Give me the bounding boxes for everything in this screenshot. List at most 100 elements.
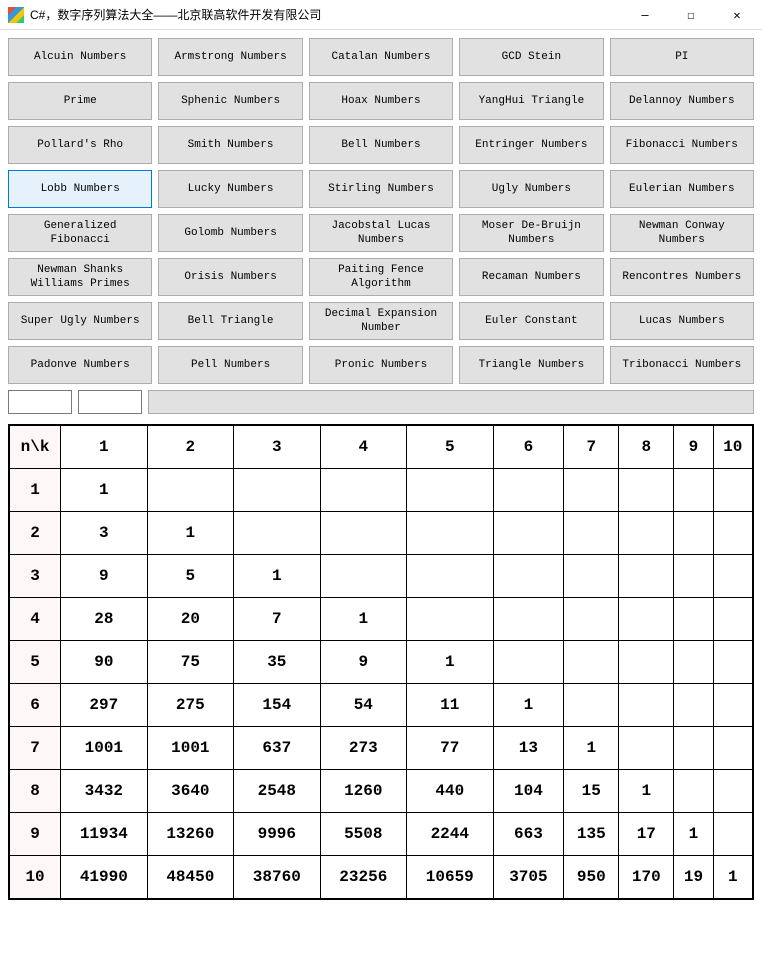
- algorithm-button[interactable]: Bell Triangle: [158, 302, 302, 340]
- algorithm-button[interactable]: Fibonacci Numbers: [610, 126, 754, 164]
- table-cell: 75: [147, 641, 233, 684]
- table-cell: 135: [564, 813, 619, 856]
- table-row-header: 10: [10, 856, 61, 899]
- algorithm-button[interactable]: Alcuin Numbers: [8, 38, 152, 76]
- table-cell: [493, 512, 564, 555]
- algorithm-button[interactable]: Catalan Numbers: [309, 38, 453, 76]
- table-cell: [674, 512, 713, 555]
- table-cell: 637: [234, 727, 320, 770]
- table-cell: [713, 813, 752, 856]
- table-cell: 1: [674, 813, 713, 856]
- algorithm-button[interactable]: Eulerian Numbers: [610, 170, 754, 208]
- algorithm-button[interactable]: Paiting Fence Algorithm: [309, 258, 453, 296]
- table-cell: [407, 598, 493, 641]
- algorithm-button[interactable]: Generalized Fibonacci: [8, 214, 152, 252]
- table-cell: [619, 598, 674, 641]
- table-row: 4282071: [10, 598, 753, 641]
- table-col-header: 5: [407, 426, 493, 469]
- algorithm-button[interactable]: Tribonacci Numbers: [610, 346, 754, 384]
- table-cell: 275: [147, 684, 233, 727]
- algorithm-button[interactable]: Smith Numbers: [158, 126, 302, 164]
- window-controls: — ☐ ✕: [622, 0, 760, 30]
- algorithm-button[interactable]: Orisis Numbers: [158, 258, 302, 296]
- table-cell: 23256: [320, 856, 406, 899]
- algorithm-button[interactable]: Moser De-Bruijn Numbers: [459, 214, 603, 252]
- table-cell: 48450: [147, 856, 233, 899]
- table-cell: 19: [674, 856, 713, 899]
- algorithm-button[interactable]: Padonve Numbers: [8, 346, 152, 384]
- table-cell: 5508: [320, 813, 406, 856]
- algorithm-button[interactable]: Decimal Expansion Number: [309, 302, 453, 340]
- table-cell: [493, 598, 564, 641]
- table-cell: 17: [619, 813, 674, 856]
- table-cell: [619, 555, 674, 598]
- algorithm-button[interactable]: Lobb Numbers: [8, 170, 152, 208]
- algorithm-button[interactable]: Pell Numbers: [158, 346, 302, 384]
- table-row: 11: [10, 469, 753, 512]
- table-cell: [564, 598, 619, 641]
- table-col-header: 8: [619, 426, 674, 469]
- algorithm-button[interactable]: Sphenic Numbers: [158, 82, 302, 120]
- table-cell: [619, 727, 674, 770]
- algorithm-button[interactable]: Hoax Numbers: [309, 82, 453, 120]
- algorithm-button[interactable]: Recaman Numbers: [459, 258, 603, 296]
- table-cell: 35: [234, 641, 320, 684]
- algorithm-button[interactable]: Entringer Numbers: [459, 126, 603, 164]
- algorithm-button[interactable]: Euler Constant: [459, 302, 603, 340]
- algorithm-button[interactable]: Newman Shanks Williams Primes: [8, 258, 152, 296]
- algorithm-button[interactable]: Pronic Numbers: [309, 346, 453, 384]
- table-cell: 10659: [407, 856, 493, 899]
- table-row: 629727515454111: [10, 684, 753, 727]
- algorithm-button[interactable]: Jacobstal Lucas Numbers: [309, 214, 453, 252]
- minimize-button[interactable]: —: [622, 0, 668, 30]
- algorithm-button[interactable]: Triangle Numbers: [459, 346, 603, 384]
- table-col-header: 3: [234, 426, 320, 469]
- algorithm-button[interactable]: Golomb Numbers: [158, 214, 302, 252]
- table-cell: [619, 641, 674, 684]
- table-cell: [713, 727, 752, 770]
- table-cell: 11: [407, 684, 493, 727]
- table-cell: [564, 512, 619, 555]
- table-cell: 54: [320, 684, 406, 727]
- table-cell: 1: [147, 512, 233, 555]
- table-cell: [493, 555, 564, 598]
- table-cell: [234, 512, 320, 555]
- algorithm-button[interactable]: Delannoy Numbers: [610, 82, 754, 120]
- maximize-button[interactable]: ☐: [668, 0, 714, 30]
- table-cell: [713, 598, 752, 641]
- table-cell: 440: [407, 770, 493, 813]
- table-col-header: 7: [564, 426, 619, 469]
- algorithm-button[interactable]: Prime: [8, 82, 152, 120]
- algorithm-button[interactable]: Super Ugly Numbers: [8, 302, 152, 340]
- table-cell: 154: [234, 684, 320, 727]
- table-cell: [407, 555, 493, 598]
- algorithm-button[interactable]: Rencontres Numbers: [610, 258, 754, 296]
- algorithm-button[interactable]: YangHui Triangle: [459, 82, 603, 120]
- table-cell: 104: [493, 770, 564, 813]
- algorithm-button[interactable]: Armstrong Numbers: [158, 38, 302, 76]
- close-button[interactable]: ✕: [714, 0, 760, 30]
- param-input-2[interactable]: [78, 390, 142, 414]
- table-col-header: 10: [713, 426, 752, 469]
- algorithm-button[interactable]: Pollard's Rho: [8, 126, 152, 164]
- algorithm-button[interactable]: Newman Conway Numbers: [610, 214, 754, 252]
- algorithm-button[interactable]: Stirling Numbers: [309, 170, 453, 208]
- table-cell: 1: [407, 641, 493, 684]
- table-cell: [407, 469, 493, 512]
- algorithm-button[interactable]: Lucas Numbers: [610, 302, 754, 340]
- table-cell: [320, 555, 406, 598]
- table-cell: 663: [493, 813, 564, 856]
- algorithm-button[interactable]: GCD Stein: [459, 38, 603, 76]
- table-cell: 3: [61, 512, 147, 555]
- param-input-1[interactable]: [8, 390, 72, 414]
- table-cell: [564, 684, 619, 727]
- algorithm-button[interactable]: Ugly Numbers: [459, 170, 603, 208]
- table-cell: [713, 770, 752, 813]
- table-cell: [320, 512, 406, 555]
- table-cell: [713, 512, 752, 555]
- algorithm-button[interactable]: PI: [610, 38, 754, 76]
- algorithm-button[interactable]: Lucky Numbers: [158, 170, 302, 208]
- table-cell: 1: [564, 727, 619, 770]
- table-row-header: 5: [10, 641, 61, 684]
- algorithm-button[interactable]: Bell Numbers: [309, 126, 453, 164]
